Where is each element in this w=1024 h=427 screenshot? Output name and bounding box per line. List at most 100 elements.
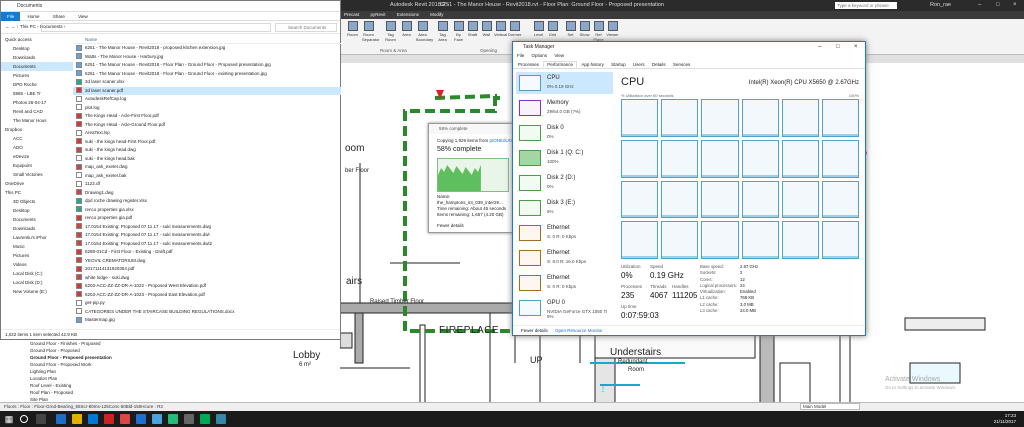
resource-item[interactable]: Ethernet S: 0 R: 0 Kbps bbox=[516, 272, 613, 294]
file-row[interactable]: 3d laser scaner.xlsx bbox=[73, 78, 341, 87]
nav-item[interactable]: Local Disk (C:) bbox=[1, 269, 73, 278]
file-row[interactable]: 6288-01Cd - First Floor - Existing - Dra… bbox=[73, 248, 341, 257]
tag-area-button[interactable]: Tag Area bbox=[436, 21, 449, 42]
tab-view[interactable]: View bbox=[72, 12, 94, 21]
tab-app-history[interactable]: App history bbox=[578, 62, 607, 67]
nav-item[interactable]: Quick access bbox=[1, 35, 73, 44]
nav-item[interactable]: Pictures bbox=[1, 251, 73, 260]
browser-item[interactable]: Roof Plan - Proposed bbox=[30, 389, 155, 396]
file-row[interactable]: plot.log bbox=[73, 104, 341, 113]
revit-search-input[interactable]: Type a keyword or phrase bbox=[835, 2, 897, 9]
file-row[interactable]: CATEGORIES UNDER THE STAIRCASE BUILDING … bbox=[73, 308, 341, 317]
copy-fewer-details-button[interactable]: Fewer details bbox=[429, 223, 517, 229]
resource-item[interactable]: Disk 1 (Q: C:) 100% bbox=[516, 147, 613, 169]
maximize-icon[interactable]: □ bbox=[836, 42, 840, 52]
resource-item[interactable]: Ethernet S: 8.0 R: 16.0 Kbps bbox=[516, 247, 613, 269]
menu-modify[interactable]: Modify bbox=[430, 12, 443, 17]
menu-precast[interactable]: Precast bbox=[344, 12, 359, 17]
wall-opening-button[interactable]: Wall bbox=[480, 21, 493, 37]
nav-item[interactable]: Downloads bbox=[1, 224, 73, 233]
menu-pyrevit[interactable]: pyRevit bbox=[371, 12, 386, 17]
file-row[interactable]: 6251 - The Manor House - Revit2018 - Flo… bbox=[73, 61, 341, 70]
browser-item[interactable]: Roof Level - Existing bbox=[30, 382, 155, 389]
file-row[interactable]: 1123.clf bbox=[73, 180, 341, 189]
file-row[interactable]: Watts - The Manor House - Harbury.jpg bbox=[73, 53, 341, 62]
outlook-icon[interactable] bbox=[216, 414, 226, 424]
shaft-button[interactable]: Shaft bbox=[466, 21, 479, 37]
resource-item[interactable]: GPU 0 NVIDIA GeForce GTX 1050 Ti 5% bbox=[516, 297, 613, 319]
tab-file[interactable]: File bbox=[1, 12, 21, 21]
file-row[interactable]: 6251 - The Manor House - Revit2018 - pro… bbox=[73, 44, 341, 53]
tab-performance[interactable]: Performance bbox=[543, 61, 578, 68]
file-row[interactable]: suki - the kings head.bak bbox=[73, 155, 341, 164]
tab-home[interactable]: Home bbox=[22, 12, 46, 21]
file-row[interactable]: renco properties gia.pdf bbox=[73, 214, 341, 223]
file-row[interactable]: renco properties gia.xlsx bbox=[73, 206, 341, 215]
menu-extensions[interactable]: Extensions bbox=[397, 12, 419, 17]
area-boundary-button[interactable]: Area Boundary bbox=[416, 21, 433, 42]
nav-item[interactable]: Photos 26-04-17 bbox=[1, 98, 73, 107]
nav-item[interactable]: Documents bbox=[1, 215, 73, 224]
main-model-select[interactable]: Main Model bbox=[800, 403, 860, 410]
nav-item[interactable]: Downloads bbox=[1, 53, 73, 62]
menu-options[interactable]: Options bbox=[532, 53, 548, 58]
user-name[interactable]: Ron_rae bbox=[930, 0, 951, 11]
file-row[interactable]: AreaText.lsp bbox=[73, 129, 341, 138]
nav-item[interactable]: Laurentiu's iPhor bbox=[1, 233, 73, 242]
nav-item[interactable]: OneDrive bbox=[1, 179, 73, 188]
browser-item[interactable]: Lighting Plan bbox=[30, 368, 155, 375]
nav-item[interactable]: Revit and CAD bbox=[1, 107, 73, 116]
file-row[interactable]: AutodeskRefCap.log bbox=[73, 95, 341, 104]
nav-item[interactable]: 5965 - LBE Tr bbox=[1, 89, 73, 98]
minimize-icon[interactable]: – bbox=[978, 0, 981, 11]
chrome-icon[interactable] bbox=[152, 414, 162, 424]
file-row[interactable]: 17.0154 Existing: Proposed 07.11.17 - su… bbox=[73, 231, 341, 240]
browser-item[interactable]: Location Plan bbox=[30, 375, 155, 382]
browser-item[interactable]: Ground Floor - Proposed Work bbox=[30, 361, 155, 368]
file-row[interactable]: map_ask_exeter.bak bbox=[73, 172, 341, 181]
nav-item[interactable]: Small Victories bbox=[1, 170, 73, 179]
file-row[interactable]: Mastermap.jpg bbox=[73, 316, 341, 325]
nav-item[interactable]: Desktop bbox=[1, 206, 73, 215]
file-row[interactable]: 20171114131920354.pdf bbox=[73, 265, 341, 274]
system-clock[interactable]: 17:23 21/11/2017 bbox=[994, 413, 1016, 425]
nav-item[interactable]: Videos bbox=[1, 260, 73, 269]
tab-startup[interactable]: Startup bbox=[608, 62, 629, 67]
nav-item[interactable]: Music bbox=[1, 242, 73, 251]
ref-plane-button[interactable]: Ref Plane bbox=[592, 21, 605, 42]
windows-start-icon[interactable]: ▦ bbox=[4, 414, 14, 424]
tag-room-button[interactable]: Tag Room bbox=[384, 21, 397, 42]
grid-button[interactable]: Grid bbox=[546, 21, 559, 37]
resource-item[interactable]: Disk 0 0% bbox=[516, 122, 613, 144]
close-icon[interactable]: × bbox=[1013, 0, 1017, 11]
nav-item[interactable]: New Volume (E:) bbox=[1, 287, 73, 296]
revit-icon[interactable] bbox=[136, 414, 146, 424]
browser-item-active[interactable]: Ground Floor - Proposed presentation bbox=[30, 354, 155, 361]
file-row[interactable]: Drawing1.dwg bbox=[73, 189, 341, 198]
resource-item[interactable]: Memory 29/64.0 GB (?%) bbox=[516, 97, 613, 119]
menu-file[interactable]: File bbox=[517, 53, 524, 58]
file-row[interactable]: suki - the kings head-First Floor.pdf bbox=[73, 138, 341, 147]
file-row[interactable]: dpd roche drawing register.xlsx bbox=[73, 197, 341, 206]
area-button[interactable]: Area bbox=[400, 21, 413, 37]
maximize-icon[interactable]: □ bbox=[996, 0, 1000, 11]
excel-icon[interactable] bbox=[168, 414, 178, 424]
file-row[interactable]: white lodge - suki.dwg bbox=[73, 274, 341, 283]
close-icon[interactable]: × bbox=[854, 42, 858, 52]
file-row[interactable]: 17.0154 Existing: Proposed 07.11.17 - su… bbox=[73, 223, 341, 232]
resource-item[interactable]: Disk 2 (D:) 0% bbox=[516, 172, 613, 194]
viewer-button[interactable]: Viewer bbox=[606, 21, 619, 37]
edge-icon[interactable] bbox=[56, 414, 66, 424]
nav-item[interactable]: ADO bbox=[1, 143, 73, 152]
by-face-button[interactable]: By Face bbox=[452, 21, 465, 42]
set-button[interactable]: Set bbox=[564, 21, 577, 37]
vertical-button[interactable]: Vertical bbox=[494, 21, 507, 37]
browser-item[interactable]: Ground Floor - Proposed bbox=[30, 347, 155, 354]
file-row[interactable]: 6203-ACC-ZZ-ZZ-DR-A-1023 - Proposed East… bbox=[73, 291, 341, 300]
file-row[interactable]: 3d laser scaner.pdf bbox=[73, 86, 341, 95]
file-row[interactable]: 6251 - The Manor House - Revit2018 - Flo… bbox=[73, 70, 341, 79]
nav-item[interactable]: Dropbox bbox=[1, 125, 73, 134]
file-row[interactable]: map_ask_exeter.dwg bbox=[73, 163, 341, 172]
file-row[interactable]: The Kings Head - Acle-Ground Floor.pdf bbox=[73, 121, 341, 130]
nav-item[interactable]: Pictures bbox=[1, 71, 73, 80]
